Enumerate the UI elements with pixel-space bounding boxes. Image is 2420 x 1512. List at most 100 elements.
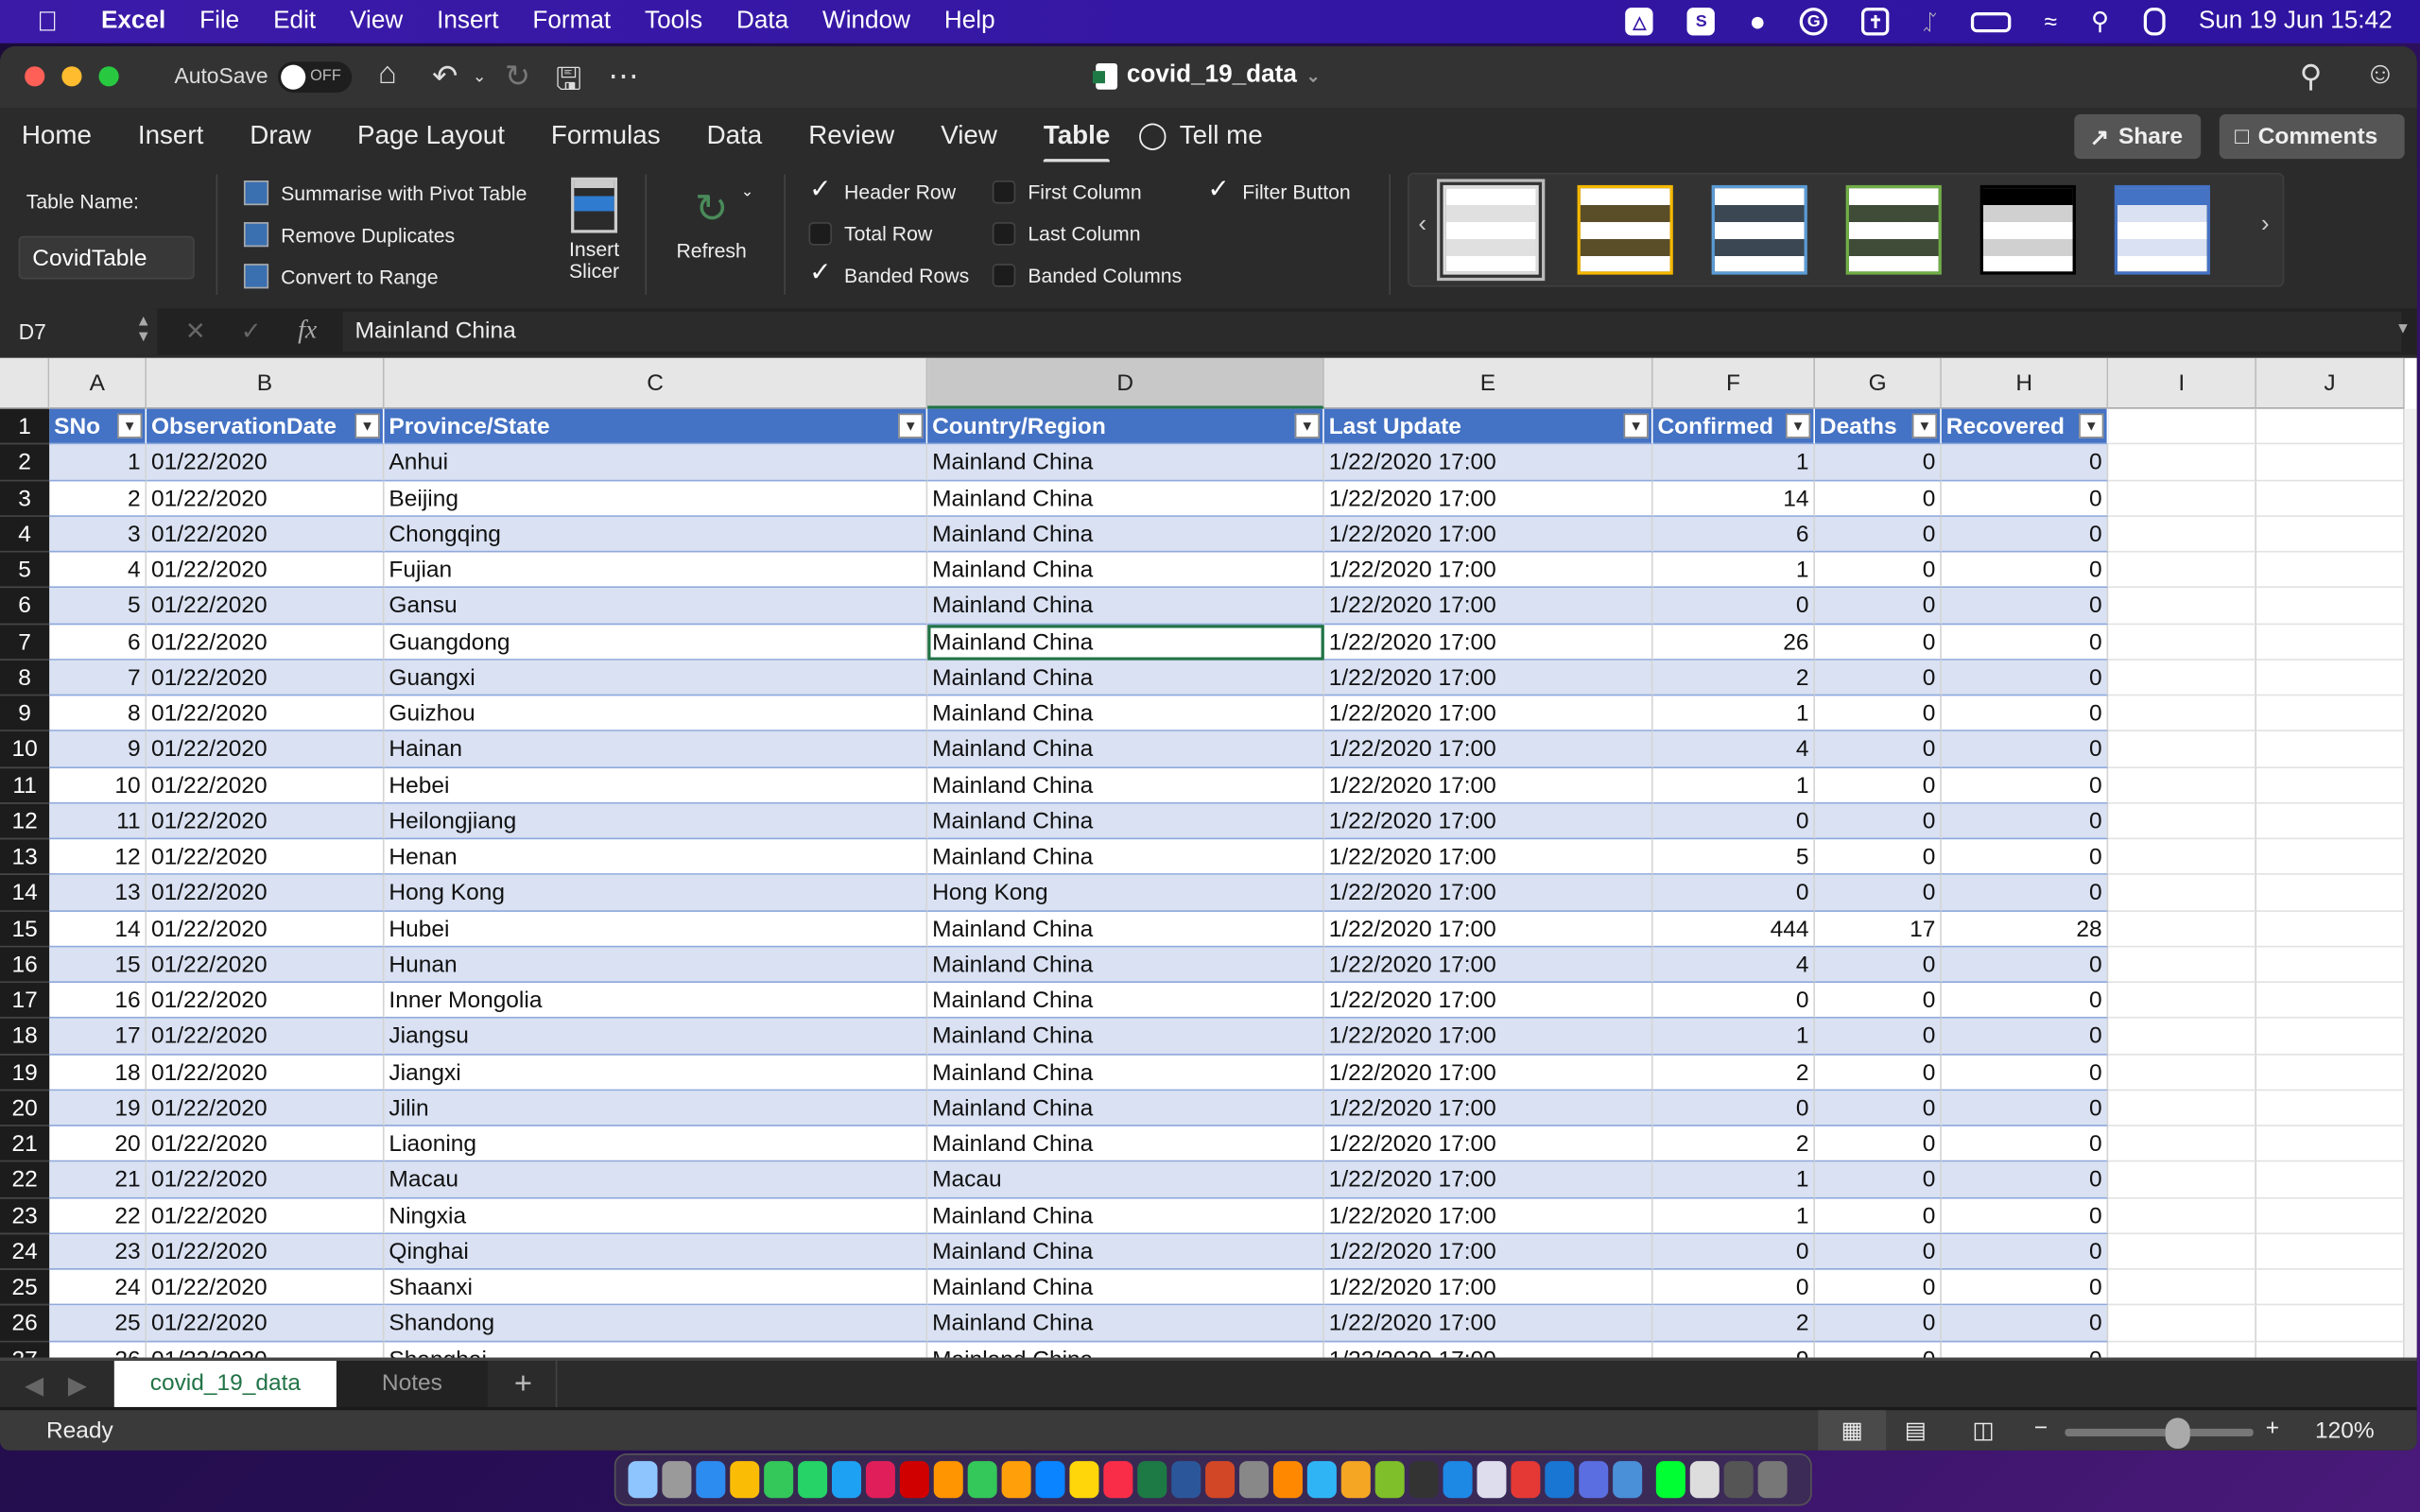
row-header[interactable]: 20 [0, 1090, 50, 1126]
cell-F6[interactable]: 0 [1652, 588, 1815, 625]
cell-J10[interactable] [2256, 731, 2405, 768]
dock-app-icon[interactable] [1001, 1461, 1031, 1499]
cell-G11[interactable]: 0 [1814, 767, 1942, 804]
tab-data[interactable]: Data [707, 120, 763, 151]
cell-J9[interactable] [2256, 696, 2405, 732]
cell-A14[interactable]: 13 [49, 875, 147, 912]
drive-icon[interactable]: △ [1625, 8, 1654, 36]
column-header-E[interactable]: E [1323, 357, 1653, 409]
dock-app-icon[interactable] [831, 1461, 862, 1499]
cell-H9[interactable]: 0 [1941, 696, 2109, 732]
close-window-button[interactable] [25, 66, 45, 87]
cell-D21[interactable]: Mainland China [927, 1125, 1324, 1162]
apple-icon[interactable]:  [37, 6, 58, 38]
cell-E18[interactable]: 1/22/2020 17:00 [1323, 1018, 1653, 1055]
cell-E3[interactable]: 1/22/2020 17:00 [1323, 480, 1653, 517]
share-button[interactable]: ↗ Share [2074, 113, 2202, 160]
cell-C12[interactable]: Heilongjiang [384, 803, 928, 840]
cell-B20[interactable]: 01/22/2020 [147, 1090, 385, 1126]
dock-app-icon[interactable] [1069, 1461, 1099, 1499]
dock-app-icon[interactable] [1205, 1461, 1236, 1499]
cell-F13[interactable]: 5 [1652, 839, 1815, 876]
cell-F14[interactable]: 0 [1652, 875, 1815, 912]
cell-G9[interactable]: 0 [1814, 696, 1942, 732]
cell-G18[interactable]: 0 [1814, 1018, 1942, 1055]
cell-I8[interactable] [2108, 660, 2256, 696]
cell-C27[interactable]: Shanghai [385, 1341, 928, 1358]
cancel-icon[interactable]: ✕ [185, 317, 206, 348]
dock-app-icon[interactable] [1689, 1461, 1720, 1499]
formula-input[interactable]: Mainland China [342, 311, 2402, 352]
cell-G13[interactable]: 0 [1814, 839, 1942, 876]
collaborate-icon[interactable]: ☺ [2364, 57, 2395, 93]
row-header[interactable]: 22 [0, 1161, 50, 1198]
cell-B25[interactable]: 01/22/2020 [147, 1269, 385, 1306]
dock-app-icon[interactable] [1137, 1461, 1167, 1499]
wifi-icon[interactable]: ≈ [2045, 9, 2057, 35]
grammarly-icon[interactable]: G [1800, 8, 1828, 36]
cell-E7[interactable]: 1/22/2020 17:00 [1323, 624, 1653, 661]
cell-B19[interactable]: 01/22/2020 [147, 1054, 385, 1091]
cell-E16[interactable]: 1/22/2020 17:00 [1323, 947, 1653, 983]
menu-file[interactable]: File [199, 8, 239, 35]
cell-A27[interactable]: 26 [49, 1341, 147, 1358]
cell-G12[interactable]: 0 [1814, 803, 1942, 840]
cell-F3[interactable]: 14 [1652, 480, 1815, 517]
cell-I7[interactable] [2108, 624, 2256, 661]
tab-view[interactable]: View [941, 120, 997, 151]
cell-D5[interactable]: Mainland China [927, 552, 1324, 589]
banded-rows-checkbox[interactable]: ✓ Banded Rows [809, 259, 969, 286]
dock-app-icon[interactable] [865, 1461, 895, 1499]
dock-app-icon[interactable] [1655, 1461, 1685, 1499]
cell-I24[interactable] [2108, 1233, 2256, 1270]
cell-D12[interactable]: Mainland China [927, 803, 1324, 840]
cell-I16[interactable] [2108, 947, 2256, 983]
dock-app-icon[interactable] [1613, 1461, 1643, 1499]
cell-I22[interactable] [2108, 1161, 2256, 1198]
dock-app-icon[interactable] [764, 1461, 794, 1499]
zoom-slider[interactable] [2065, 1418, 2254, 1450]
cell-E27[interactable]: 1/22/2020 17:00 [1324, 1341, 1653, 1358]
cell-E25[interactable]: 1/22/2020 17:00 [1323, 1269, 1653, 1306]
cell-F16[interactable]: 4 [1652, 947, 1815, 983]
dock-app-icon[interactable] [696, 1461, 726, 1499]
cell-J16[interactable] [2256, 947, 2405, 983]
cell-A2[interactable]: 1 [49, 444, 147, 481]
cell-F12[interactable]: 0 [1652, 803, 1815, 840]
refresh-dropdown-icon[interactable]: ⌄ [741, 183, 754, 200]
filter-dropdown-icon[interactable]: ▼ [1623, 413, 1649, 438]
cell-A11[interactable]: 10 [49, 767, 147, 804]
cell-A24[interactable]: 23 [49, 1233, 147, 1270]
table-style-swatch[interactable] [2114, 184, 2210, 275]
row-header[interactable]: 11 [0, 767, 50, 804]
cell-F2[interactable]: 1 [1652, 444, 1815, 481]
cell-H23[interactable]: 0 [1941, 1197, 2109, 1234]
table-style-swatch[interactable] [1979, 184, 2076, 275]
cell-B9[interactable]: 01/22/2020 [147, 696, 385, 732]
scroll-tabs-right-icon[interactable]: ▶ [68, 1370, 87, 1401]
table-header-cell[interactable]: SNo ▼ [49, 408, 147, 445]
cell-I10[interactable] [2108, 731, 2256, 768]
column-header-I[interactable]: I [2108, 357, 2256, 409]
tell-me-search[interactable]: Tell me [1180, 120, 1263, 151]
cell-D2[interactable]: Mainland China [927, 444, 1324, 481]
cell-A13[interactable]: 12 [49, 839, 147, 876]
cell-B8[interactable]: 01/22/2020 [147, 660, 385, 696]
scroll-tabs-left-icon[interactable]: ◀ [25, 1370, 43, 1401]
cell-I18[interactable] [2108, 1018, 2256, 1055]
cell-G26[interactable]: 0 [1814, 1305, 1942, 1342]
cell-E4[interactable]: 1/22/2020 17:00 [1323, 516, 1653, 553]
evernote-icon[interactable]: ● [1749, 6, 1766, 38]
cell-I12[interactable] [2108, 803, 2256, 840]
cell-E21[interactable]: 1/22/2020 17:00 [1323, 1125, 1653, 1162]
cell-A8[interactable]: 7 [49, 660, 147, 696]
cell-I23[interactable] [2108, 1197, 2256, 1234]
menu-window[interactable]: Window [822, 8, 910, 35]
cell-J19[interactable] [2256, 1054, 2405, 1091]
cell-H10[interactable]: 0 [1941, 731, 2109, 768]
cell-B26[interactable]: 01/22/2020 [147, 1305, 385, 1342]
cell-H13[interactable]: 0 [1941, 839, 2109, 876]
dock-app-icon[interactable] [628, 1461, 658, 1499]
cell-H25[interactable]: 0 [1941, 1269, 2109, 1306]
row-header[interactable]: 15 [0, 911, 50, 948]
